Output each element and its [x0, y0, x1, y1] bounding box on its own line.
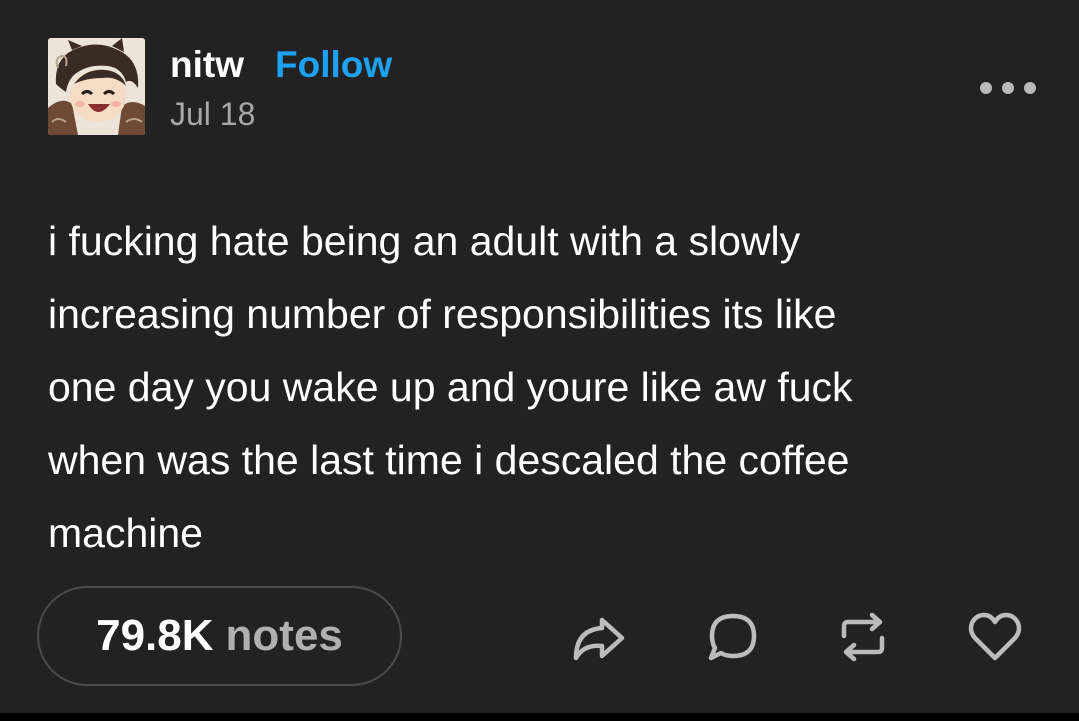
username[interactable]: nitw	[170, 42, 244, 88]
follow-button[interactable]: Follow	[275, 42, 392, 88]
post-body: i fucking hate being an adult with a slo…	[48, 218, 853, 556]
avatar[interactable]	[48, 38, 145, 135]
more-dot	[1002, 82, 1014, 94]
more-dot	[980, 82, 992, 94]
post-card: nitw Follow Jul 18 i fucking hate being …	[0, 0, 1079, 713]
reply-icon[interactable]	[704, 608, 762, 666]
reblog-icon[interactable]	[834, 608, 892, 666]
avatar-illustration	[48, 38, 145, 135]
more-dot	[1024, 82, 1036, 94]
share-icon[interactable]	[570, 608, 628, 666]
bottom-edge	[0, 713, 1079, 721]
notes-label: notes	[225, 611, 343, 660]
post-date[interactable]: Jul 18	[170, 93, 255, 135]
notes-count: 79.8K	[96, 611, 214, 660]
heart-icon[interactable]	[966, 608, 1024, 666]
more-options-icon[interactable]	[980, 76, 1036, 100]
notes-button[interactable]: 79.8K notes	[37, 586, 402, 686]
